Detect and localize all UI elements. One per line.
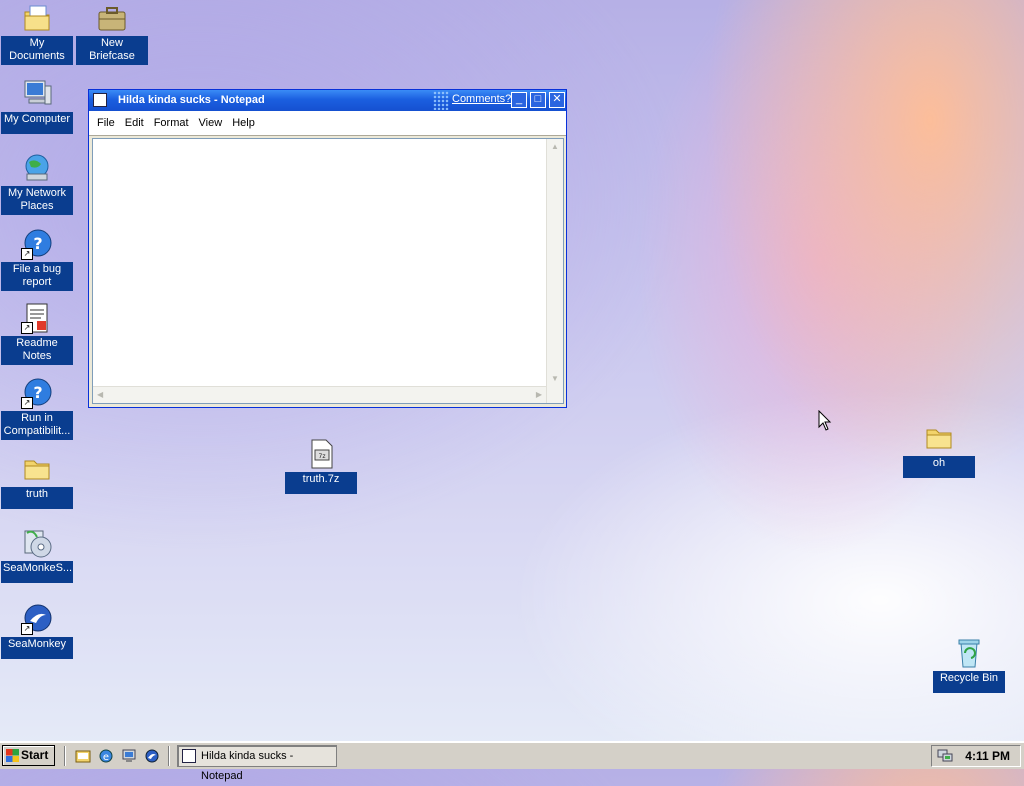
desktop-icon-my-computer[interactable]: My Computer (1, 78, 73, 134)
minimize-button[interactable]: _ (511, 92, 527, 108)
menu-format[interactable]: Format (150, 117, 195, 129)
menu-edit[interactable]: Edit (121, 117, 150, 129)
mouse-cursor-icon (818, 410, 832, 431)
icon-label: My Documents (1, 36, 73, 65)
desktop-icon-file-a-bug-report[interactable]: ? ↗ File a bug report (1, 228, 73, 291)
shortcut-arrow-icon: ↗ (21, 322, 33, 334)
notepad-icon (93, 93, 107, 107)
icon-label: Readme Notes (1, 336, 73, 365)
text-editor-area[interactable]: ▲ ▼ ◀ ▶ (92, 138, 564, 404)
network-icon (21, 152, 53, 184)
scroll-up-icon[interactable]: ▲ (551, 142, 559, 151)
svg-text:?: ? (33, 234, 42, 253)
desktop-icon-my-documents[interactable]: My Documents (1, 2, 73, 65)
scroll-down-icon[interactable]: ▼ (551, 374, 559, 383)
menu-bar: File Edit Format View Help (89, 111, 566, 136)
shortcut-arrow-icon: ↗ (21, 248, 33, 260)
svg-text:e: e (103, 752, 109, 763)
document-icon: ↗ (21, 302, 53, 334)
icon-label: SeaMonkey (1, 637, 73, 659)
scroll-right-icon[interactable]: ▶ (536, 390, 542, 399)
installer-icon (21, 527, 53, 559)
desktop-icon-new-briefcase[interactable]: New Briefcase (76, 2, 148, 65)
decorative-dots (433, 91, 449, 110)
desktop-icon-truth-7z[interactable]: 7z truth.7z (285, 438, 357, 494)
menu-file[interactable]: File (93, 117, 121, 129)
archive-file-icon: 7z (305, 438, 337, 470)
desktop-icon-my-network-places[interactable]: My Network Places (1, 152, 73, 215)
taskbar-separator (168, 746, 170, 766)
desktop-icon-oh-folder[interactable]: oh (903, 422, 975, 478)
icon-label: Run in Compatibilit... (1, 411, 73, 440)
icon-label: My Computer (1, 112, 73, 134)
network-connections-icon[interactable] (121, 748, 137, 764)
taskbar-separator (64, 746, 66, 766)
icon-label: New Briefcase (76, 36, 148, 65)
briefcase-icon (96, 2, 128, 34)
my-documents-icon (21, 2, 53, 34)
maximize-button[interactable]: □ (530, 92, 546, 108)
taskbar-notepad-button[interactable]: Hilda kinda sucks - Notepad (177, 745, 337, 782)
icon-label: My Network Places (1, 186, 73, 215)
taskbar: Start e Hilda kinda sucks - Notepad 4:11… (0, 741, 1024, 782)
desktop-icon-run-in-compatibility[interactable]: ? ↗ Run in Compatibilit... (1, 377, 73, 440)
windows-logo-icon (6, 749, 19, 762)
icon-label: File a bug report (1, 262, 73, 291)
icon-label: oh (903, 456, 975, 478)
desktop-icon-recycle-bin[interactable]: Recycle Bin (933, 637, 1005, 693)
start-label: Start (21, 748, 49, 762)
network-status-icon[interactable] (937, 749, 953, 763)
svg-text:?: ? (33, 383, 42, 402)
folder-icon (923, 422, 955, 454)
recycle-bin-icon (953, 637, 985, 669)
help-icon: ? ↗ (21, 228, 53, 260)
seamonkey-icon: ↗ (21, 603, 53, 635)
internet-explorer-icon[interactable]: e (98, 748, 114, 764)
icon-label: truth.7z (285, 472, 357, 494)
shortcut-arrow-icon: ↗ (21, 623, 33, 635)
notepad-window[interactable]: Hilda kinda sucks - Notepad Comments? _ … (88, 89, 567, 408)
vertical-scrollbar[interactable]: ▲ ▼ (546, 139, 563, 403)
computer-icon (21, 78, 53, 110)
desktop-icon-seamonkey[interactable]: ↗ SeaMonkey (1, 603, 73, 659)
window-titlebar[interactable]: Hilda kinda sucks - Notepad Comments? _ … (89, 90, 566, 111)
task-button-label: Hilda kinda sucks - Notepad (201, 750, 294, 782)
system-tray: 4:11 PM (931, 745, 1021, 767)
desktop-icon-seamonkey-setup[interactable]: SeaMonkeS... (1, 527, 73, 583)
icon-label: SeaMonkeS... (1, 561, 73, 583)
folder-icon (21, 453, 53, 485)
icon-label: truth (1, 487, 73, 509)
window-title: Hilda kinda sucks - Notepad (118, 94, 265, 106)
show-desktop-icon[interactable] (75, 748, 91, 764)
start-button[interactable]: Start (2, 745, 55, 766)
desktop-icon-readme-notes[interactable]: ↗ Readme Notes (1, 302, 73, 365)
help-icon: ? ↗ (21, 377, 53, 409)
svg-text:7z: 7z (319, 453, 326, 460)
comments-link[interactable]: Comments? (452, 93, 511, 105)
close-button[interactable]: ✕ (549, 92, 565, 108)
desktop-icon-truth-folder[interactable]: truth (1, 453, 73, 509)
horizontal-scrollbar[interactable]: ◀ ▶ (93, 386, 546, 403)
icon-label: Recycle Bin (933, 671, 1005, 693)
clock[interactable]: 4:11 PM (965, 749, 1010, 763)
scroll-left-icon[interactable]: ◀ (97, 390, 103, 399)
menu-view[interactable]: View (195, 117, 229, 129)
menu-help[interactable]: Help (228, 117, 261, 129)
shortcut-arrow-icon: ↗ (21, 397, 33, 409)
notepad-icon (182, 749, 196, 763)
seamonkey-quicklaunch-icon[interactable] (144, 748, 160, 764)
